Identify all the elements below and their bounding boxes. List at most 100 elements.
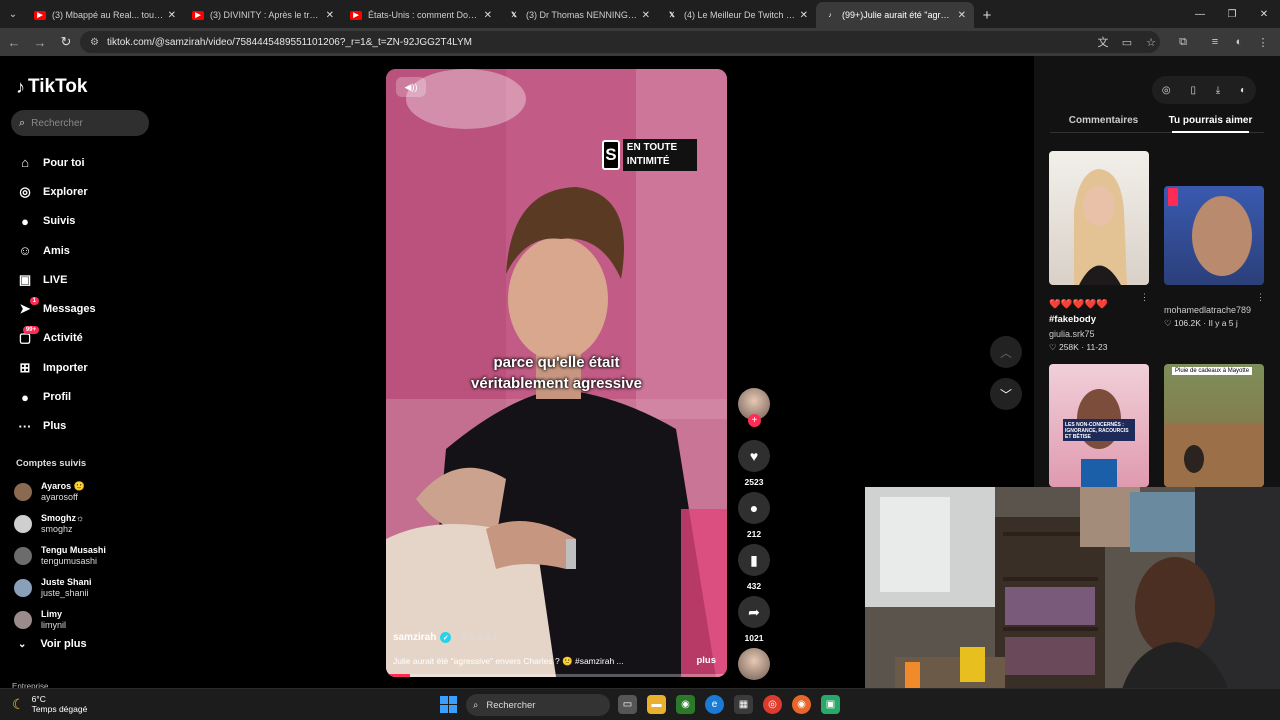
previous-video-button[interactable]: ︿: [990, 336, 1022, 368]
browser-tab[interactable]: 𝕏 (3) Dr Thomas NENNINGER sur... ✕: [500, 2, 658, 28]
weather-widget[interactable]: ☾ 6°C Temps dégagé: [12, 694, 87, 714]
nav-item[interactable]: ··· Plus: [16, 412, 96, 441]
explore-compass-icon[interactable]: ◎: [1162, 85, 1171, 96]
browser-tab[interactable]: ▶ (3) Mbappé au Real... touché p... ✕: [26, 2, 184, 28]
creator-avatar[interactable]: +: [738, 388, 770, 427]
followed-account[interactable]: Smoghz☼ smoghz: [14, 508, 106, 540]
download-icon[interactable]: ⤓: [1216, 85, 1220, 96]
tab-close-icon[interactable]: ✕: [168, 10, 176, 21]
tab-comments[interactable]: Commentaires: [1050, 109, 1157, 132]
bookmark-icon[interactable]: ▮: [738, 544, 770, 576]
nav-item[interactable]: ◎ Explorer: [16, 177, 96, 206]
forward-icon[interactable]: →: [28, 30, 52, 54]
video-progress[interactable]: [386, 674, 727, 677]
edge-icon[interactable]: e: [705, 695, 724, 714]
browser-tab[interactable]: ♪ (99+)Julie aurait été "agress... ✕: [816, 2, 974, 28]
followed-account[interactable]: Limy limynil: [14, 604, 106, 636]
address-bar[interactable]: ⚙ tiktok.com/@samzirah/video/75844454895…: [80, 31, 1160, 53]
nav-item[interactable]: ➤ 1 Messages: [16, 294, 96, 323]
site-info-icon[interactable]: ⚙: [90, 37, 99, 48]
more-button[interactable]: plus: [696, 655, 716, 666]
tab-close-icon[interactable]: ✕: [326, 10, 334, 21]
close-window-icon[interactable]: ✕: [1248, 0, 1280, 28]
user-avatar-icon[interactable]: ◐: [1240, 85, 1246, 96]
search-input[interactable]: ⌕ Rechercher: [11, 110, 149, 136]
suggested-video-card[interactable]: ❤️❤️❤️❤️❤️ #fakebody giulia.srk75 ♡ 258K…: [1049, 151, 1149, 353]
nav-item[interactable]: ▣ LIVE: [16, 265, 96, 294]
nav-item[interactable]: ⊞ Importer: [16, 353, 96, 382]
profile-avatar-icon[interactable]: ◐: [1228, 36, 1250, 48]
firefox-icon[interactable]: ◉: [792, 695, 811, 714]
tab-close-icon[interactable]: ✕: [800, 10, 808, 21]
card-options-icon[interactable]: ⋮: [1140, 292, 1149, 303]
nav-item[interactable]: ☺ Amis: [16, 236, 96, 265]
card-username[interactable]: mohamedlatrache789: [1164, 305, 1264, 315]
tab-close-icon[interactable]: ✕: [642, 10, 650, 21]
nav-item[interactable]: ⌂ Pour toi: [16, 148, 96, 177]
video-thumbnail[interactable]: Pluie de cadeaux à Mayotte: [1164, 364, 1264, 487]
account-names: Smoghz☼ smoghz: [41, 513, 84, 535]
sound-disc-icon[interactable]: [738, 648, 770, 680]
followed-account[interactable]: Ayaros 🙂 ayarosoff: [14, 476, 106, 508]
taskbar-search[interactable]: ⌕ Rechercher: [466, 694, 610, 716]
tab-search-icon[interactable]: ⌄: [0, 0, 26, 28]
share-icon[interactable]: ➦: [738, 596, 770, 628]
browser-menu-icon[interactable]: ⋮: [1252, 36, 1274, 49]
app-icon[interactable]: ▣: [821, 695, 840, 714]
video-thumbnail[interactable]: [1164, 186, 1264, 285]
extensions-icon[interactable]: ⧉: [1172, 36, 1194, 49]
suggested-video-card[interactable]: LES NON-CONCERNÉS : IGNORANCE, RACOURCIS…: [1049, 364, 1149, 487]
task-view-icon[interactable]: ▭: [618, 695, 637, 714]
next-video-button[interactable]: ﹀: [990, 378, 1022, 410]
card-options-icon[interactable]: ⋮: [1256, 292, 1265, 303]
maximize-icon[interactable]: ❐: [1216, 0, 1248, 28]
like-button[interactable]: ♥ 2523: [736, 440, 772, 487]
translate-icon[interactable]: 文: [1092, 34, 1114, 50]
suggested-video-card[interactable]: mohamedlatrache789 ♡ 106.2K · Il y a 5 j: [1164, 186, 1264, 329]
webcam-image: [865, 487, 1280, 720]
see-more-button[interactable]: ⌄ Voir plus: [18, 638, 87, 650]
card-username[interactable]: giulia.srk75: [1049, 329, 1149, 339]
tab-close-icon[interactable]: ✕: [958, 10, 966, 21]
followed-account[interactable]: Juste Shani juste_shanii: [14, 572, 106, 604]
new-tab-button[interactable]: +: [974, 2, 1000, 28]
sound-avatar-button[interactable]: [736, 648, 772, 680]
nav-item[interactable]: ● Profil: [16, 382, 96, 411]
nav-item[interactable]: ● Suivis: [16, 207, 96, 236]
tab-close-icon[interactable]: ✕: [484, 10, 492, 21]
chrome-icon[interactable]: ◎: [763, 695, 782, 714]
followed-account[interactable]: Tengu Musashi tengumusashi: [14, 540, 106, 572]
back-icon[interactable]: ←: [2, 30, 26, 54]
cast-icon[interactable]: ▭: [1116, 36, 1138, 49]
suggested-video-card[interactable]: Pluie de cadeaux à Mayotte: [1164, 364, 1264, 487]
windows-start-icon[interactable]: [440, 696, 457, 713]
save-button[interactable]: ▮ 432: [736, 544, 772, 591]
reload-icon[interactable]: ↻: [54, 30, 78, 54]
device-icon[interactable]: ▯: [1190, 85, 1196, 96]
tiktok-logo[interactable]: ♪ TikTok: [16, 76, 87, 98]
share-button[interactable]: ➦ 1021: [736, 596, 772, 643]
tab-suggestions[interactable]: Tu pourrais aimer: [1157, 109, 1264, 133]
comment-icon[interactable]: ●: [738, 492, 770, 524]
video-thumbnail[interactable]: LES NON-CONCERNÉS : IGNORANCE, RACOURCIS…: [1049, 364, 1149, 487]
volume-icon[interactable]: ◀)): [396, 77, 426, 97]
browser-tab[interactable]: 𝕏 (4) Le Meilleur De Twitch 👾 su... ✕: [658, 2, 816, 28]
media-controls-icon[interactable]: ≡: [1204, 36, 1226, 48]
video-author[interactable]: samzirah ✓ · Il y a 1 j: [393, 632, 496, 643]
video-thumbnail[interactable]: [1049, 151, 1149, 285]
video-player[interactable]: ◀)) S EN TOUTE INTIMITÉ parce qu'elle ét…: [386, 69, 727, 677]
heart-icon[interactable]: ♥: [738, 440, 770, 472]
browser-tab[interactable]: ▶ (3) DIVINITY : Après le trailer, L... ✕: [184, 2, 342, 28]
comment-button[interactable]: ● 212: [736, 492, 772, 539]
tab-title: (99+)Julie aurait été "agress...: [842, 10, 954, 20]
store-icon[interactable]: ▦: [734, 695, 753, 714]
xbox-icon[interactable]: ◉: [676, 695, 695, 714]
browser-tab[interactable]: ▶ États-Unis : comment Donald T... ✕: [342, 2, 500, 28]
author-name[interactable]: samzirah: [393, 632, 436, 643]
minimize-icon[interactable]: —: [1184, 0, 1216, 28]
creator-avatar-button[interactable]: +: [736, 388, 772, 427]
nav-item[interactable]: ▢ 99+ Activité: [16, 324, 96, 353]
bookmark-star-icon[interactable]: ☆: [1140, 36, 1162, 49]
file-explorer-icon[interactable]: ▬: [647, 695, 666, 714]
follow-plus-icon[interactable]: +: [748, 414, 761, 427]
